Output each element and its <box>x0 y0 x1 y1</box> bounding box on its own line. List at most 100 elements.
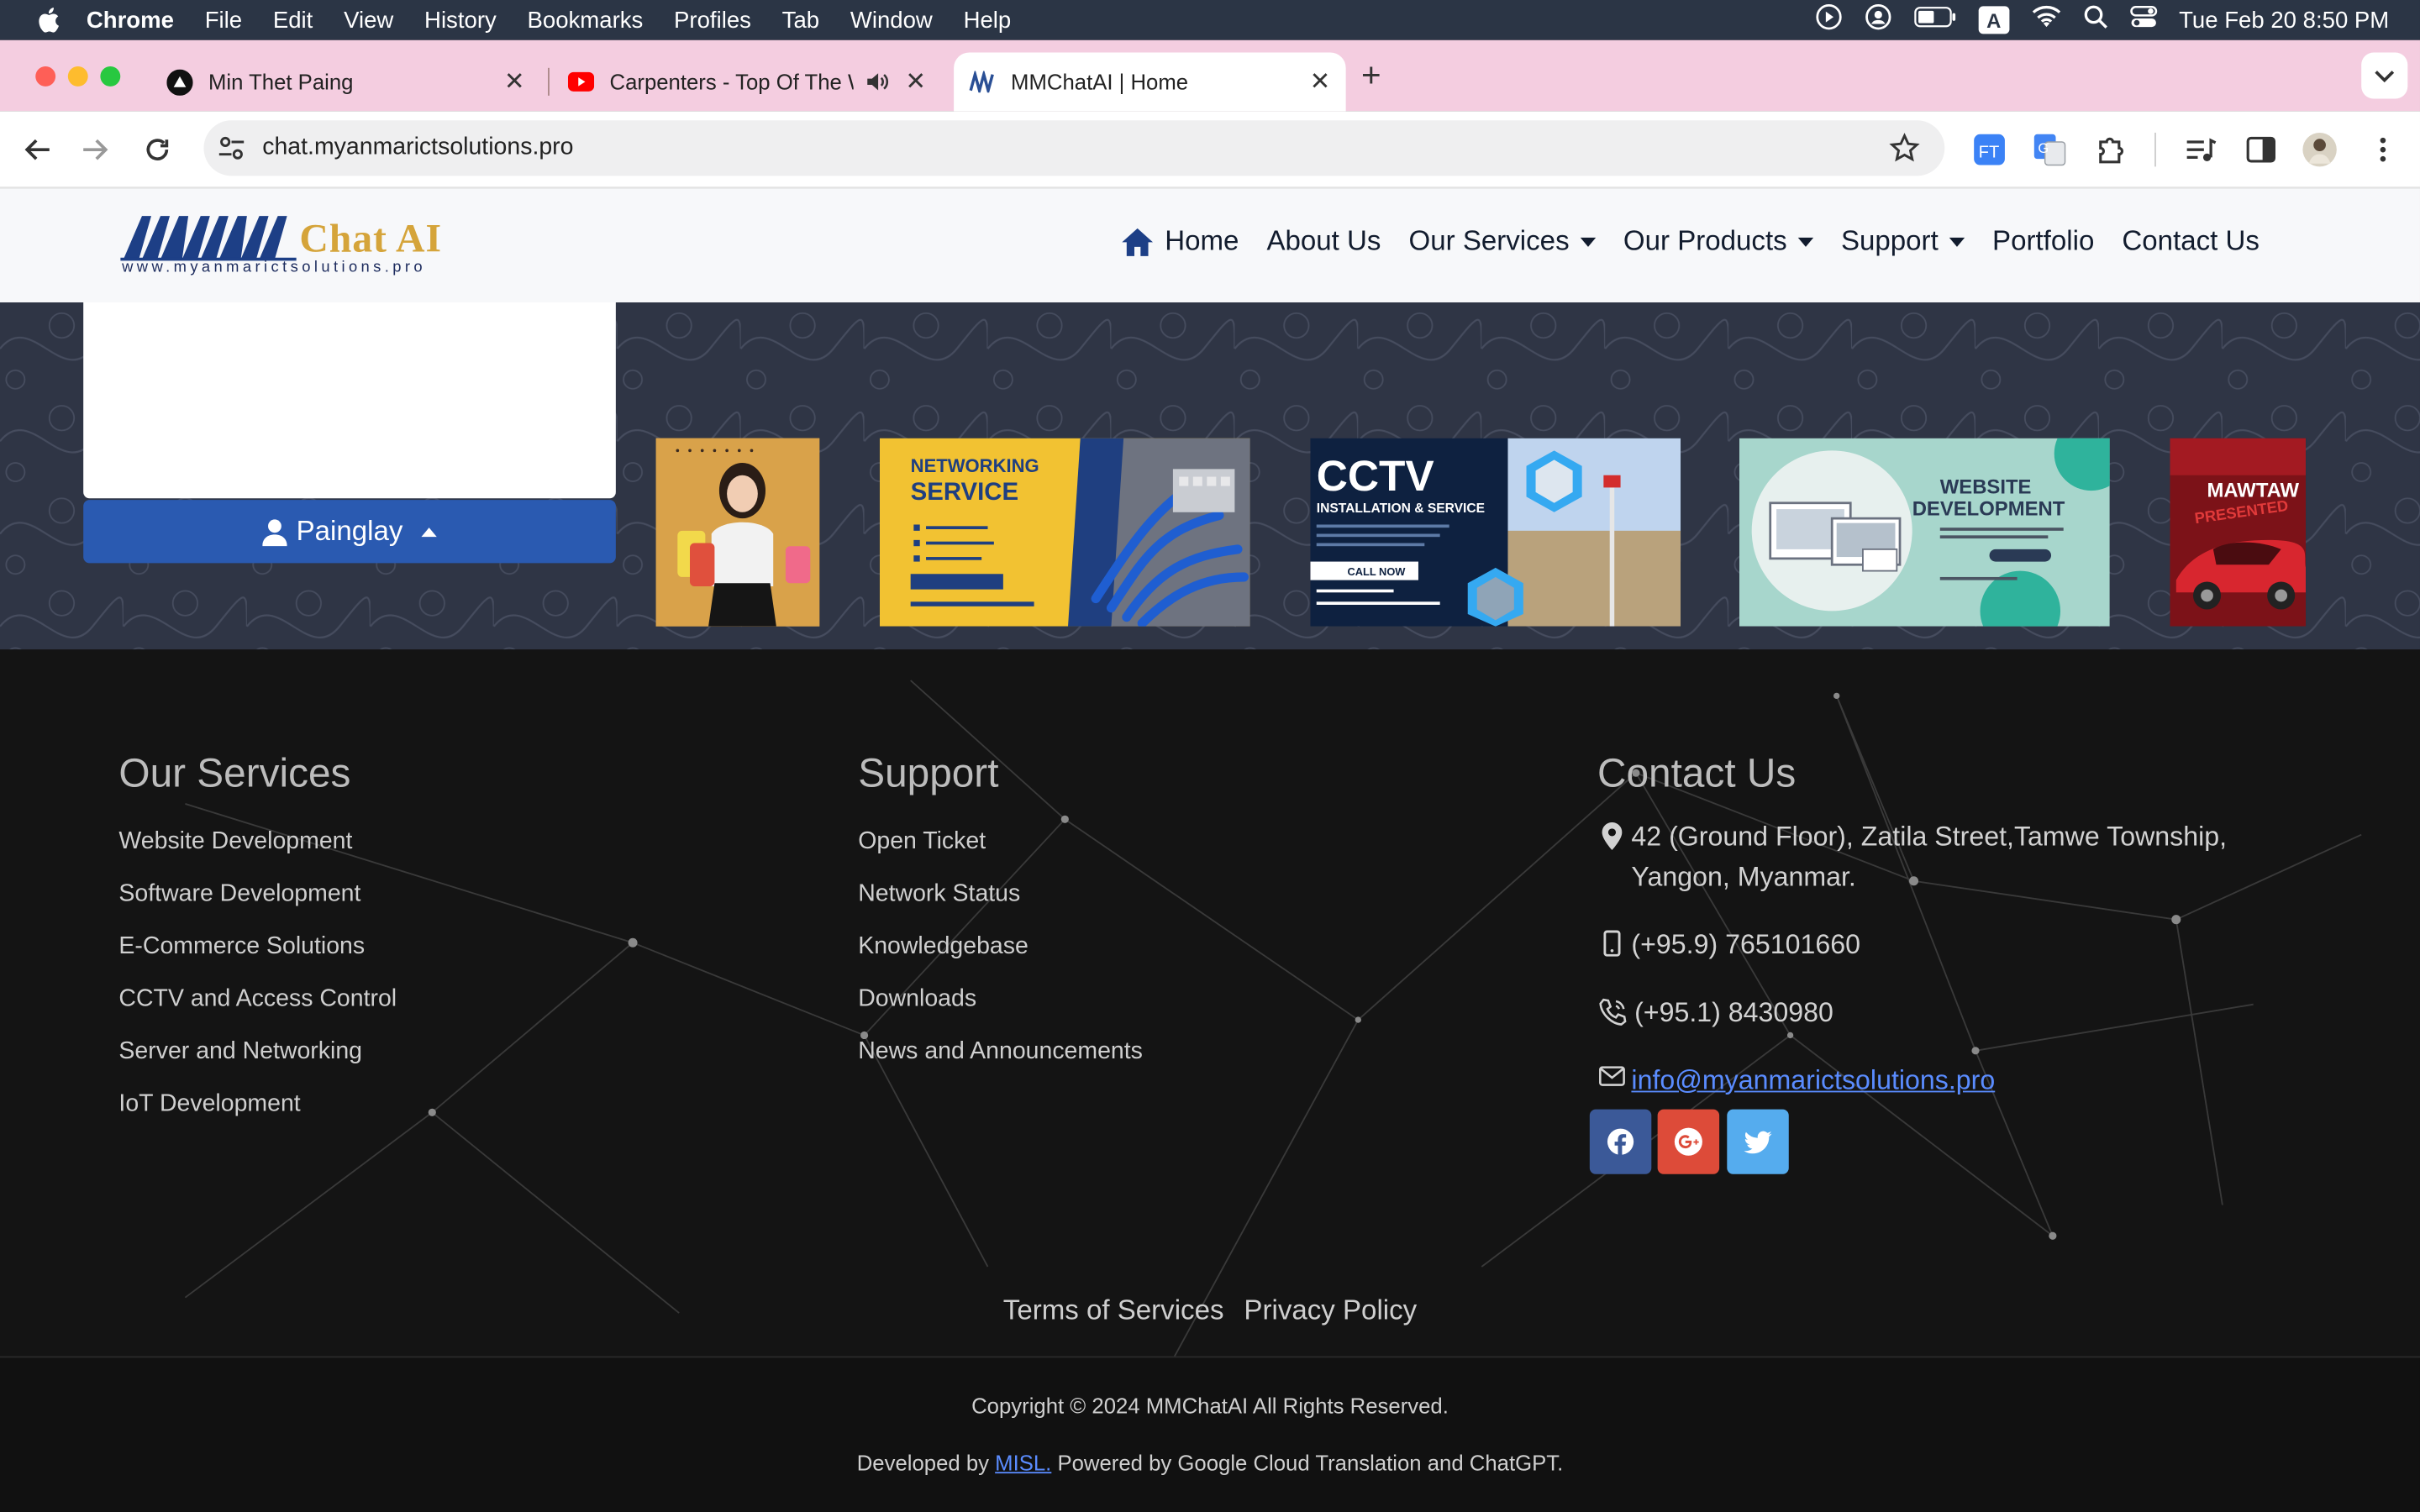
nav-support-label: Support <box>1840 225 1939 256</box>
forward-button[interactable] <box>77 131 114 168</box>
window-zoom-button[interactable] <box>100 66 121 87</box>
speaker-icon[interactable] <box>865 70 889 99</box>
reload-button[interactable] <box>139 131 176 168</box>
status-area: A Tue Feb 20 8:50 PM <box>1815 0 2389 40</box>
carousel-slide-shopping[interactable] <box>655 438 820 627</box>
extensions-puzzle-icon[interactable] <box>2093 131 2130 168</box>
footer-link-cctv[interactable]: CCTV and Access Control <box>118 974 397 1026</box>
google-translate-icon[interactable]: G <box>2031 131 2068 168</box>
menu-app-name[interactable]: Chrome <box>87 7 174 33</box>
nav-about[interactable]: About Us <box>1266 225 1381 258</box>
privacy-link[interactable]: Privacy Policy <box>1244 1294 1417 1326</box>
menu-history[interactable]: History <box>424 7 497 33</box>
menu-window[interactable]: Window <box>850 7 933 33</box>
bookmark-star-icon[interactable] <box>1889 133 1920 171</box>
nav-home[interactable]: Home <box>1120 225 1239 258</box>
user-account-icon[interactable] <box>1864 3 1891 37</box>
nav-our-products[interactable]: Our Products <box>1623 225 1813 258</box>
contact-mobile-text[interactable]: (+95.9) 765101660 <box>1631 924 1860 964</box>
twitter-button[interactable] <box>1727 1109 1789 1174</box>
carousel-slide-networking[interactable]: NETWORKING SERVICE <box>879 438 1250 627</box>
nav-our-services[interactable]: Our Services <box>1409 225 1596 258</box>
browser-toolbar: chat.myanmarictsolutions.pro FT G <box>0 111 2420 189</box>
menu-file[interactable]: File <box>205 7 242 33</box>
menu-bookmarks[interactable]: Bookmarks <box>528 7 644 33</box>
nav-support[interactable]: Support <box>1841 225 1965 258</box>
carousel-slide-mawtaw[interactable]: MAWTAW PRESENTED <box>2170 438 2307 627</box>
new-tab-button[interactable]: + <box>1361 55 1381 96</box>
contact-phone-text[interactable]: (+95.1) 8430980 <box>1634 992 1833 1032</box>
tab-strip: Min Thet Paing ✕ Carpenters - Top Of The… <box>0 39 2420 112</box>
footer-link-downloads[interactable]: Downloads <box>858 974 1143 1026</box>
footer-link-news[interactable]: News and Announcements <box>858 1026 1143 1078</box>
macos-menu-bar: Chrome File Edit View History Bookmarks … <box>0 0 2420 40</box>
nav-contact[interactable]: Contact Us <box>2122 225 2260 258</box>
window-minimize-button[interactable] <box>67 66 88 87</box>
menu-bar-clock[interactable]: Tue Feb 20 8:50 PM <box>2179 7 2389 33</box>
profile-avatar[interactable] <box>2302 131 2338 168</box>
more-menu-icon[interactable] <box>2365 131 2402 168</box>
address-bar[interactable]: chat.myanmarictsolutions.pro <box>203 120 1945 176</box>
carousel-slide-web-dev[interactable]: WEBSITE DEVELOPMENT <box>1739 438 2110 627</box>
caret-down-icon <box>1949 236 1965 246</box>
play-icon[interactable] <box>1815 3 1843 37</box>
wifi-icon[interactable] <box>2031 5 2062 36</box>
terms-link[interactable]: Terms of Services <box>1003 1294 1224 1326</box>
close-icon[interactable]: ✕ <box>905 66 926 97</box>
screen: Chrome File Edit View History Bookmarks … <box>0 0 2420 1512</box>
facebook-button[interactable] <box>1589 1109 1652 1174</box>
tab-search-button[interactable] <box>2361 52 2408 99</box>
battery-icon[interactable] <box>1913 6 1956 34</box>
close-icon[interactable]: ✕ <box>504 66 525 97</box>
url-text[interactable]: chat.myanmarictsolutions.pro <box>262 134 573 162</box>
nav-services-label: Our Services <box>1408 225 1570 256</box>
footer-link-ecommerce[interactable]: E-Commerce Solutions <box>118 921 397 974</box>
site-logo[interactable]: Chat AI www.myanmarictsolutions.pro <box>120 210 452 284</box>
dev-prefix: Developed by <box>856 1450 989 1475</box>
footer-link-website-development[interactable]: Website Development <box>118 816 397 869</box>
svg-text:FT: FT <box>1979 143 2000 161</box>
media-control-icon[interactable] <box>2182 131 2219 168</box>
close-icon[interactable]: ✕ <box>1310 66 1331 97</box>
spotlight-search-icon[interactable] <box>2083 5 2107 36</box>
menu-tab[interactable]: Tab <box>782 7 819 33</box>
site-settings-icon[interactable] <box>216 133 247 171</box>
slide-web-line1: WEBSITE <box>1940 476 2032 499</box>
menu-profiles[interactable]: Profiles <box>674 7 751 33</box>
tab-title: MMChatAI | Home <box>1011 69 1189 95</box>
tab-mmchatai-home[interactable]: MMChatAI | Home ✕ <box>954 52 1346 112</box>
footer-link-network-status[interactable]: Network Status <box>858 869 1143 921</box>
menu-edit[interactable]: Edit <box>273 7 313 33</box>
input-source-icon[interactable]: A <box>1978 6 2010 34</box>
google-plus-button[interactable] <box>1657 1109 1720 1174</box>
map-marker-icon <box>1597 816 1625 851</box>
dev-suffix: Powered by Google Cloud Translation and … <box>1057 1450 1564 1475</box>
footer-support: Support Open Ticket Network Status Knowl… <box>858 750 1143 1079</box>
misl-link[interactable]: MISL. <box>995 1451 1051 1475</box>
footer-services: Our Services Website Development Softwar… <box>118 750 397 1131</box>
chat-user-button[interactable]: Painglay <box>83 500 616 564</box>
menu-view[interactable]: View <box>344 7 393 33</box>
carousel-slide-cctv[interactable]: CCTV INSTALLATION & SERVICE CALL NOW <box>1310 438 1681 627</box>
tab-carpenters[interactable]: Carpenters - Top Of The World ✕ <box>553 52 942 111</box>
tab-divider <box>548 67 550 96</box>
footer-link-open-ticket[interactable]: Open Ticket <box>858 816 1143 869</box>
control-center-icon[interactable] <box>2129 5 2157 36</box>
menu-help[interactable]: Help <box>964 7 1012 33</box>
chat-window[interactable] <box>83 302 616 499</box>
window-close-button[interactable] <box>35 66 56 87</box>
footer-link-server-networking[interactable]: Server and Networking <box>118 1026 397 1078</box>
nav-portfolio[interactable]: Portfolio <box>1992 225 2094 258</box>
mm-logo-mark <box>120 216 297 261</box>
tab-min-thet-paing[interactable]: Min Thet Paing ✕ <box>151 52 540 111</box>
back-button[interactable] <box>18 131 55 168</box>
footer-link-software-development[interactable]: Software Development <box>118 869 397 921</box>
contact-email-link[interactable]: info@myanmarictsolutions.pro <box>1631 1060 1995 1100</box>
apple-icon[interactable] <box>31 3 65 37</box>
caret-down-icon <box>1580 236 1596 246</box>
footer-link-iot[interactable]: IoT Development <box>118 1079 397 1131</box>
side-panel-icon[interactable] <box>2243 131 2280 168</box>
translate-extension-icon[interactable]: FT <box>1971 131 2008 168</box>
footer-link-knowledgebase[interactable]: Knowledgebase <box>858 921 1143 974</box>
slide-web-line2: DEVELOPMENT <box>1912 497 2065 520</box>
